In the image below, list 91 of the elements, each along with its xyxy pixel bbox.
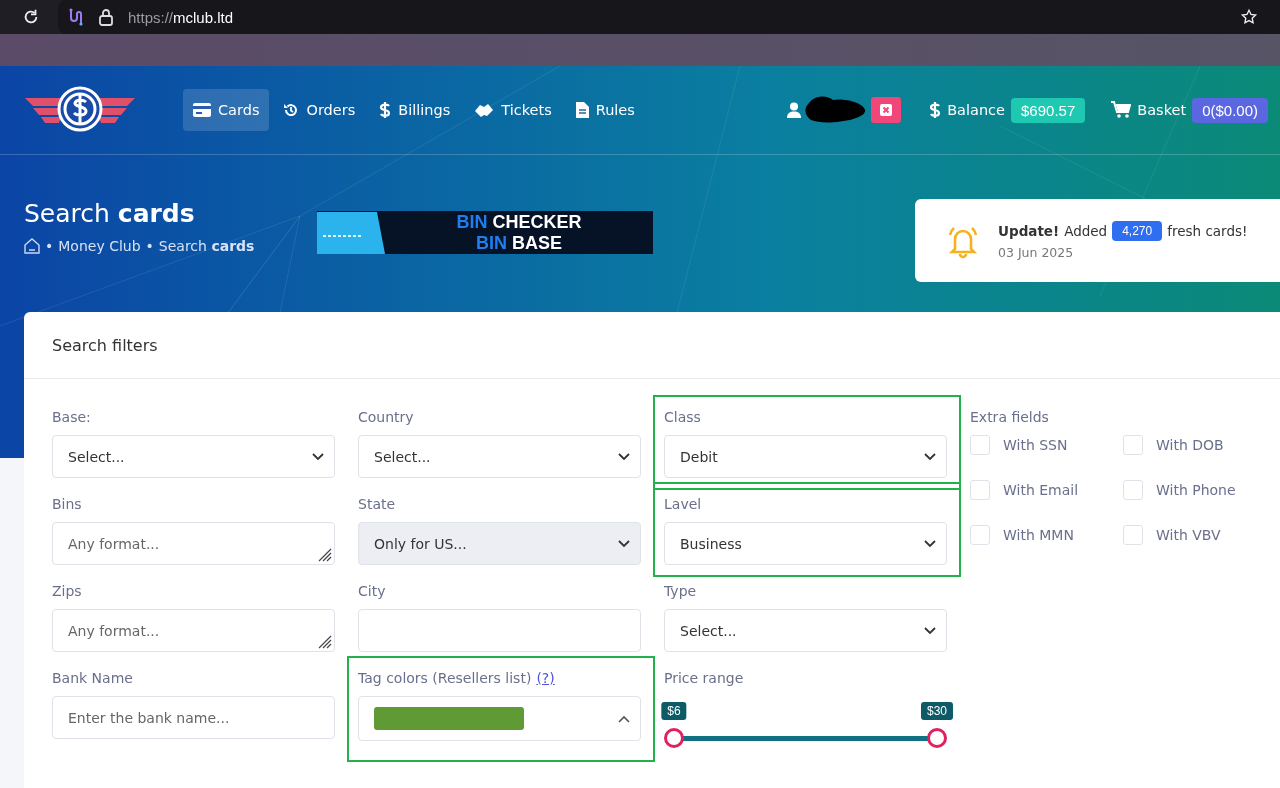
- credit-card-icon: [317, 211, 385, 254]
- select-dropdown[interactable]: Business: [664, 522, 947, 565]
- chevron-down-icon[interactable]: [924, 452, 936, 461]
- field-label: Price range: [664, 670, 744, 688]
- nav-tab[interactable]: Billings: [369, 89, 461, 131]
- field-label: City: [358, 583, 386, 601]
- value-tooltip: $6: [661, 702, 687, 720]
- select-dropdown[interactable]: Select...: [358, 435, 641, 478]
- field-label: Lavel: [664, 496, 702, 514]
- dollar-icon[interactable]: [379, 101, 392, 119]
- chevron-down-icon[interactable]: [924, 626, 936, 635]
- field-label: State: [358, 496, 396, 514]
- field-label: Extra fields: [970, 409, 1050, 427]
- banner-ad[interactable]: BIN CHECKER BIN BASE: [317, 211, 653, 254]
- select-dropdown[interactable]: Debit: [664, 435, 947, 478]
- field-label: Zips: [52, 583, 82, 601]
- logo-icon[interactable]: [25, 84, 135, 134]
- notice-text: fresh cards!: [1167, 223, 1248, 239]
- field-label: Base:: [52, 409, 91, 427]
- nav-tab[interactable]: Tickets: [464, 89, 562, 131]
- checkbox-label[interactable]: With Email: [1003, 482, 1079, 498]
- value-tooltip: $30: [921, 702, 953, 720]
- text-input[interactable]: [358, 609, 641, 652]
- breadcrumb-separator: •: [145, 238, 154, 254]
- breadcrumb-item[interactable]: Money Club: [58, 238, 141, 254]
- tag-select[interactable]: [358, 696, 641, 741]
- chevron-down-icon[interactable]: [924, 539, 936, 548]
- basket-label[interactable]: Basket: [1137, 102, 1187, 118]
- checkbox[interactable]: [970, 525, 990, 545]
- select-dropdown[interactable]: Select...: [52, 435, 335, 478]
- field-label: Bins: [52, 496, 82, 514]
- field-label: Tag colors (Resellers list): [358, 670, 532, 688]
- user-icon[interactable]: [787, 102, 802, 118]
- card-title: Search filters: [52, 335, 158, 355]
- checkbox[interactable]: [1123, 480, 1143, 500]
- field-label: Type: [664, 583, 697, 601]
- reload-icon[interactable]: [22, 8, 40, 26]
- select-dropdown[interactable]: Select...: [664, 609, 947, 652]
- redaction-mark: [805, 95, 868, 125]
- banner-text: BIN BASE: [475, 232, 563, 254]
- close-icon[interactable]: [880, 104, 893, 116]
- checkbox-label[interactable]: With VBV: [1156, 527, 1221, 543]
- chevron-down-icon[interactable]: [618, 452, 630, 461]
- checkbox[interactable]: [970, 480, 990, 500]
- breadcrumb-item: Search cards: [158, 238, 255, 254]
- notice-date: 03 Jun 2025: [998, 245, 1075, 260]
- page-title: Search cards: [24, 199, 196, 228]
- notice-text: Added: [1064, 223, 1108, 239]
- notice-title: Update!: [998, 223, 1060, 239]
- checkbox-label[interactable]: With SSN: [1003, 437, 1068, 453]
- checkbox[interactable]: [1123, 435, 1143, 455]
- checkbox-label[interactable]: With MMN: [1003, 527, 1074, 543]
- checkbox-label[interactable]: With DOB: [1156, 437, 1224, 453]
- checkbox[interactable]: [970, 435, 990, 455]
- balance-label: Balance: [947, 102, 1005, 118]
- cart-icon[interactable]: [1111, 101, 1132, 119]
- resize-handle-icon[interactable]: [316, 546, 332, 562]
- field-label: Country: [358, 409, 414, 427]
- chevron-down-icon[interactable]: [312, 452, 324, 461]
- credit-card-icon[interactable]: [193, 103, 211, 117]
- banner-text: BIN CHECKER: [455, 211, 583, 233]
- chevron-up-icon[interactable]: [618, 714, 630, 723]
- resize-handle-icon[interactable]: [316, 633, 332, 649]
- field-label: Class: [664, 409, 701, 427]
- balance-badge: $690.57: [1011, 97, 1086, 123]
- field-label: Bank Name: [52, 670, 133, 688]
- slider-handle[interactable]: [927, 728, 947, 748]
- text-input[interactable]: Enter the bank name...: [52, 696, 335, 739]
- slider-handle[interactable]: [664, 728, 684, 748]
- count-badge: 4,270: [1112, 221, 1163, 241]
- checkbox-label[interactable]: With Phone: [1156, 482, 1236, 498]
- nav-tab[interactable]: Rules: [565, 89, 645, 131]
- dollar-icon: [929, 101, 942, 119]
- nav-tab[interactable]: Cards: [183, 89, 270, 131]
- basket-badge[interactable]: 0($0.00): [1192, 97, 1268, 123]
- history-icon[interactable]: [283, 102, 300, 118]
- breadcrumb-separator: •: [45, 238, 54, 254]
- help-link[interactable]: (?): [536, 670, 555, 688]
- lock-icon: [98, 8, 114, 26]
- close-button[interactable]: [871, 97, 902, 123]
- home-icon[interactable]: [24, 238, 40, 254]
- checkbox[interactable]: [1123, 525, 1143, 545]
- document-icon[interactable]: [575, 102, 589, 118]
- site-info-icon[interactable]: [68, 8, 84, 26]
- bookmark-star-icon[interactable]: [1240, 8, 1258, 26]
- handshake-icon[interactable]: [474, 102, 495, 118]
- address-bar[interactable]: https://mclub.ltd: [58, 0, 1280, 34]
- text-area[interactable]: Any format...: [52, 609, 335, 652]
- nav-tab[interactable]: Orders: [273, 89, 366, 131]
- text-area[interactable]: Any format...: [52, 522, 335, 565]
- color-tag[interactable]: [374, 707, 524, 730]
